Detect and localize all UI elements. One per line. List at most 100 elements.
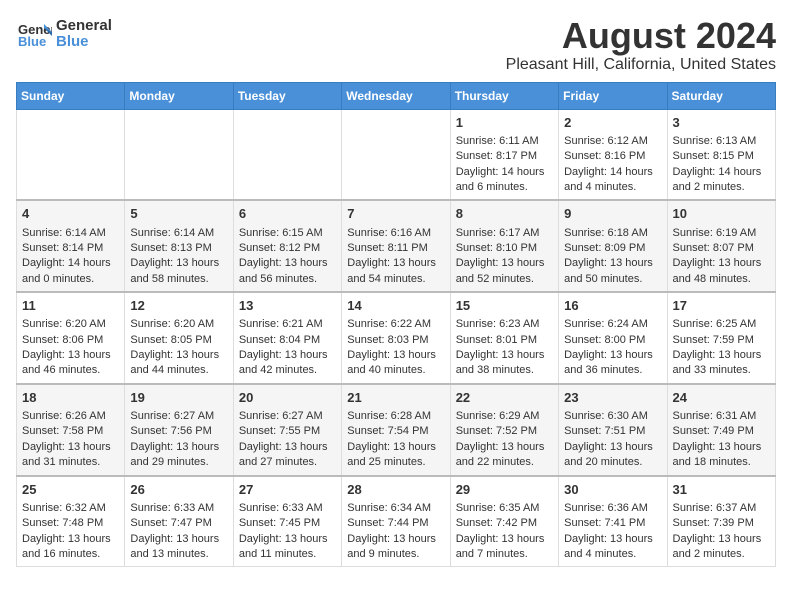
day-info: Sunrise: 6:21 AM: [239, 317, 336, 332]
day-info: Sunrise: 6:32 AM: [22, 501, 119, 516]
day-info: Daylight: 13 hours: [564, 532, 661, 547]
calendar-cell: 25Sunrise: 6:32 AMSunset: 7:48 PMDayligh…: [17, 476, 125, 567]
day-info: and 16 minutes.: [22, 547, 119, 562]
calendar-cell: [233, 109, 341, 200]
day-info: Daylight: 13 hours: [456, 348, 553, 363]
calendar-cell: 18Sunrise: 6:26 AMSunset: 7:58 PMDayligh…: [17, 384, 125, 476]
day-info: Sunrise: 6:37 AM: [673, 501, 770, 516]
day-info: and 7 minutes.: [456, 547, 553, 562]
day-number: 2: [564, 114, 661, 132]
week-row-4: 18Sunrise: 6:26 AMSunset: 7:58 PMDayligh…: [17, 384, 776, 476]
day-info: Sunset: 7:59 PM: [673, 333, 770, 348]
day-info: and 33 minutes.: [673, 363, 770, 378]
day-info: and 54 minutes.: [347, 272, 444, 287]
day-info: Sunrise: 6:14 AM: [130, 226, 227, 241]
day-info: Daylight: 13 hours: [130, 256, 227, 271]
calendar-cell: 30Sunrise: 6:36 AMSunset: 7:41 PMDayligh…: [559, 476, 667, 567]
day-info: and 38 minutes.: [456, 363, 553, 378]
day-info: Daylight: 13 hours: [239, 532, 336, 547]
day-info: Sunset: 8:11 PM: [347, 241, 444, 256]
day-info: Sunrise: 6:13 AM: [673, 134, 770, 149]
calendar-table: SundayMondayTuesdayWednesdayThursdayFrid…: [16, 82, 776, 568]
calendar-cell: 11Sunrise: 6:20 AMSunset: 8:06 PMDayligh…: [17, 292, 125, 384]
calendar-cell: 16Sunrise: 6:24 AMSunset: 8:00 PMDayligh…: [559, 292, 667, 384]
calendar-cell: [342, 109, 450, 200]
day-info: and 22 minutes.: [456, 455, 553, 470]
title-block: August 2024 Pleasant Hill, California, U…: [506, 16, 776, 74]
week-row-5: 25 Sunrise: 6:32 AMSunset: 7:48 PM Dayligh…: [17, 476, 776, 567]
day-info: and 0 minutes.: [22, 272, 119, 287]
day-info: Sunrise: 6:34 AM: [347, 501, 444, 516]
day-info: Sunset: 8:16 PM: [564, 149, 661, 164]
svg-text:Blue: Blue: [18, 34, 46, 49]
calendar-cell: 2 Sunrise: 6:12 AMSunset: 8:16 PMDaylight…: [559, 109, 667, 200]
day-info: and 44 minutes.: [130, 363, 227, 378]
column-header-saturday: Saturday: [667, 82, 775, 109]
calendar-cell: 9Sunrise: 6:18 AMSunset: 8:09 PMDaylight…: [559, 200, 667, 292]
calendar-cell: 15Sunrise: 6:23 AMSunset: 8:01 PMDayligh…: [450, 292, 558, 384]
day-info: Sunset: 7:48 PM: [22, 516, 119, 531]
day-info: and 48 minutes.: [673, 272, 770, 287]
day-info: Sunset: 7:51 PM: [564, 424, 661, 439]
day-number: 19: [130, 389, 227, 407]
day-number: 16: [564, 297, 661, 315]
day-info: Daylight: 13 hours: [673, 256, 770, 271]
day-number: 30: [564, 481, 661, 499]
day-info: Sunset: 8:00 PM: [564, 333, 661, 348]
day-info: Daylight: 13 hours: [564, 256, 661, 271]
day-info: and 52 minutes.: [456, 272, 553, 287]
calendar-cell: 19Sunrise: 6:27 AMSunset: 7:56 PMDayligh…: [125, 384, 233, 476]
day-info: Sunrise: 6:11 AM: [456, 134, 553, 149]
day-info: and 36 minutes.: [564, 363, 661, 378]
day-info: and 2 minutes.: [673, 547, 770, 562]
day-info: Sunset: 8:05 PM: [130, 333, 227, 348]
day-info: Sunrise: 6:28 AM: [347, 409, 444, 424]
calendar-cell: 13Sunrise: 6:21 AMSunset: 8:04 PMDayligh…: [233, 292, 341, 384]
calendar-cell: 4Sunrise: 6:14 AMSunset: 8:14 PMDaylight…: [17, 200, 125, 292]
day-info: and 50 minutes.: [564, 272, 661, 287]
day-info: and 27 minutes.: [239, 455, 336, 470]
day-info: and 18 minutes.: [673, 455, 770, 470]
day-info: Daylight: 13 hours: [456, 256, 553, 271]
calendar-cell: 31Sunrise: 6:37 AMSunset: 7:39 PMDayligh…: [667, 476, 775, 567]
day-info: and 11 minutes.: [239, 547, 336, 562]
day-number: 18: [22, 389, 119, 407]
calendar-cell: 6Sunrise: 6:15 AMSunset: 8:12 PMDaylight…: [233, 200, 341, 292]
day-number: 25: [22, 481, 119, 499]
day-info: Sunset: 8:03 PM: [347, 333, 444, 348]
day-info: Sunset: 7:58 PM: [22, 424, 119, 439]
day-info: and 4 minutes.: [564, 547, 661, 562]
day-info: Daylight: 13 hours: [239, 440, 336, 455]
day-info: Sunrise: 6:23 AM: [456, 317, 553, 332]
day-info: Sunrise: 6:12 AM: [564, 134, 661, 149]
day-number: 22: [456, 389, 553, 407]
day-info: Sunrise: 6:27 AM: [239, 409, 336, 424]
calendar-cell: [125, 109, 233, 200]
day-info: and 31 minutes.: [22, 455, 119, 470]
day-info: Daylight: 13 hours: [347, 532, 444, 547]
day-number: 27: [239, 481, 336, 499]
day-info: Sunrise: 6:18 AM: [564, 226, 661, 241]
calendar-cell: 1Sunrise: 6:11 AMSunset: 8:17 PMDaylight…: [450, 109, 558, 200]
day-info: Daylight: 13 hours: [347, 440, 444, 455]
day-number: 5: [130, 205, 227, 223]
week-row-1: 1Sunrise: 6:11 AMSunset: 8:17 PMDaylight…: [17, 109, 776, 200]
day-number: 26: [130, 481, 227, 499]
day-info: Sunset: 8:15 PM: [673, 149, 770, 164]
logo-line1: General: [56, 18, 112, 35]
column-header-wednesday: Wednesday: [342, 82, 450, 109]
day-info: Daylight: 13 hours: [564, 348, 661, 363]
day-info: Sunset: 8:17 PM: [456, 149, 553, 164]
day-info: Daylight: 13 hours: [130, 440, 227, 455]
day-number: 29: [456, 481, 553, 499]
day-info: and 6 minutes.: [456, 180, 553, 195]
day-info: Sunrise: 6:17 AM: [456, 226, 553, 241]
day-number: 21: [347, 389, 444, 407]
day-info: Sunset: 8:13 PM: [130, 241, 227, 256]
day-info: Sunrise: 6:19 AM: [673, 226, 770, 241]
calendar-cell: 29Sunrise: 6:35 AMSunset: 7:42 PMDayligh…: [450, 476, 558, 567]
day-info: and 58 minutes.: [130, 272, 227, 287]
calendar-cell: 12Sunrise: 6:20 AMSunset: 8:05 PMDayligh…: [125, 292, 233, 384]
day-info: Daylight: 14 hours: [564, 165, 661, 180]
day-info: Sunrise: 6:25 AM: [673, 317, 770, 332]
